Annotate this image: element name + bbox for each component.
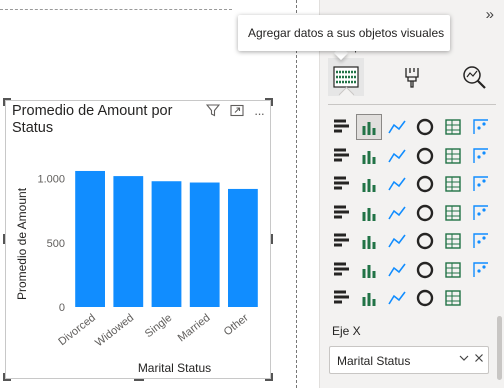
- smart-narrative-icon[interactable]: [440, 257, 466, 283]
- report-editor: Promedio de Amount por Status ··· 0 500 1.…: [0, 0, 504, 388]
- report-canvas[interactable]: Promedio de Amount por Status ··· 0 500 1.…: [0, 0, 300, 388]
- pane-divider: [328, 104, 496, 105]
- r-visual-icon[interactable]: [468, 228, 494, 254]
- visual-type-gallery: [328, 114, 498, 314]
- stacked-bar-icon[interactable]: [328, 114, 354, 140]
- card-icon[interactable]: [468, 200, 494, 226]
- clustered-column-icon[interactable]: [356, 114, 382, 140]
- gauge-icon[interactable]: [440, 200, 466, 226]
- page-boundary-right: [296, 0, 297, 388]
- x-tick-label: Married: [176, 312, 213, 344]
- resize-handle-bottom-right[interactable]: [265, 373, 273, 381]
- arcgis-icon[interactable]: [412, 285, 438, 311]
- resize-handle-top-right[interactable]: [265, 98, 273, 106]
- x-axis-label: Eje X: [332, 324, 361, 338]
- azure-map-icon[interactable]: [412, 200, 438, 226]
- stacked-column-100-icon[interactable]: [412, 114, 438, 140]
- build-visual-icon: [333, 66, 359, 88]
- y-tick-label: 500: [47, 238, 65, 250]
- python-visual-icon[interactable]: [328, 257, 354, 283]
- multirow-card-icon[interactable]: [328, 228, 354, 254]
- y-tick-label: 0: [59, 302, 65, 314]
- kpi-icon[interactable]: [356, 228, 382, 254]
- pane-scrollbar[interactable]: [497, 316, 502, 380]
- y-tick-label: 1.000: [37, 174, 65, 186]
- format-visual-tab[interactable]: [394, 58, 430, 96]
- bar-other[interactable]: [228, 188, 258, 307]
- analytics-magnifier-icon: [463, 66, 486, 89]
- slicer-icon[interactable]: [384, 228, 410, 254]
- paginated-report-icon[interactable]: [328, 285, 354, 311]
- power-apps-icon[interactable]: [356, 285, 382, 311]
- build-visual-tab[interactable]: [328, 58, 364, 96]
- ribbon-chart-icon[interactable]: [468, 143, 494, 169]
- key-influencers-icon[interactable]: [356, 257, 382, 283]
- x-tick-label: Widowed: [93, 312, 136, 349]
- chart-plot: 0 500 1.000 DivorcedWidowed Single Married Oth…: [15, 170, 258, 375]
- area-chart-icon[interactable]: [356, 143, 382, 169]
- y-axis-title: Promedio de Amount: [15, 187, 29, 300]
- clustered-bar-icon[interactable]: [440, 114, 466, 140]
- resize-handle-left[interactable]: [3, 234, 5, 244]
- x-tick-label: Single: [143, 312, 174, 340]
- format-brush-icon: [405, 68, 419, 88]
- resize-handle-top-left[interactable]: [3, 98, 11, 106]
- stacked-bar-100-icon[interactable]: [384, 114, 410, 140]
- decomposition-tree-icon[interactable]: [384, 257, 410, 283]
- shape-map-icon[interactable]: [384, 200, 410, 226]
- bar-married[interactable]: [189, 182, 220, 307]
- funnel-icon[interactable]: [356, 171, 382, 197]
- scatter-icon[interactable]: [384, 171, 410, 197]
- pie-icon[interactable]: [412, 171, 438, 197]
- bar-single[interactable]: [151, 181, 182, 307]
- waterfall-icon[interactable]: [328, 171, 354, 197]
- more-visuals-icon[interactable]: [440, 285, 466, 311]
- metrics-icon[interactable]: [468, 257, 494, 283]
- x-tick-label: Divorced: [56, 312, 98, 348]
- power-automate-icon[interactable]: [384, 285, 410, 311]
- bar-widowed[interactable]: [113, 176, 144, 307]
- collapse-pane-icon[interactable]: »: [486, 6, 494, 23]
- matrix-icon[interactable]: [440, 228, 466, 254]
- resize-handle-right[interactable]: [271, 234, 273, 244]
- qa-icon[interactable]: [412, 257, 438, 283]
- bar-chart-visual[interactable]: Promedio de Amount por Status ··· 0 500 1.…: [3, 98, 273, 381]
- map-icon[interactable]: [328, 200, 354, 226]
- line-column-icon[interactable]: [412, 143, 438, 169]
- treemap-icon[interactable]: [468, 171, 494, 197]
- filled-map-icon[interactable]: [356, 200, 382, 226]
- line-stacked-column-icon[interactable]: [440, 143, 466, 169]
- visualizations-pane: » Compilar visual Eje X Marital Status: [319, 0, 504, 388]
- pane-mode-tabs: [326, 58, 496, 98]
- stacked-area-icon[interactable]: [384, 143, 410, 169]
- bar-divorced[interactable]: [75, 170, 105, 307]
- table-icon[interactable]: [412, 228, 438, 254]
- remove-field-icon[interactable]: [474, 353, 484, 363]
- resize-handle-bottom[interactable]: [134, 379, 144, 381]
- resize-handle-bottom-left[interactable]: [3, 373, 11, 381]
- tooltip: Agregar datos a sus objetos visuales: [238, 15, 450, 51]
- x-axis-title: Marital Status: [138, 361, 211, 375]
- field-well-value: Marital Status: [337, 354, 411, 368]
- line-chart-icon[interactable]: [328, 143, 354, 169]
- donut-icon[interactable]: [440, 171, 466, 197]
- x-axis-field-well[interactable]: Marital Status: [329, 346, 489, 374]
- chevron-down-icon[interactable]: [459, 353, 469, 363]
- x-tick-label: Other: [222, 312, 251, 339]
- analytics-tab[interactable]: [456, 58, 492, 96]
- stacked-column-icon[interactable]: [468, 114, 494, 140]
- page-boundary-top: [0, 9, 232, 10]
